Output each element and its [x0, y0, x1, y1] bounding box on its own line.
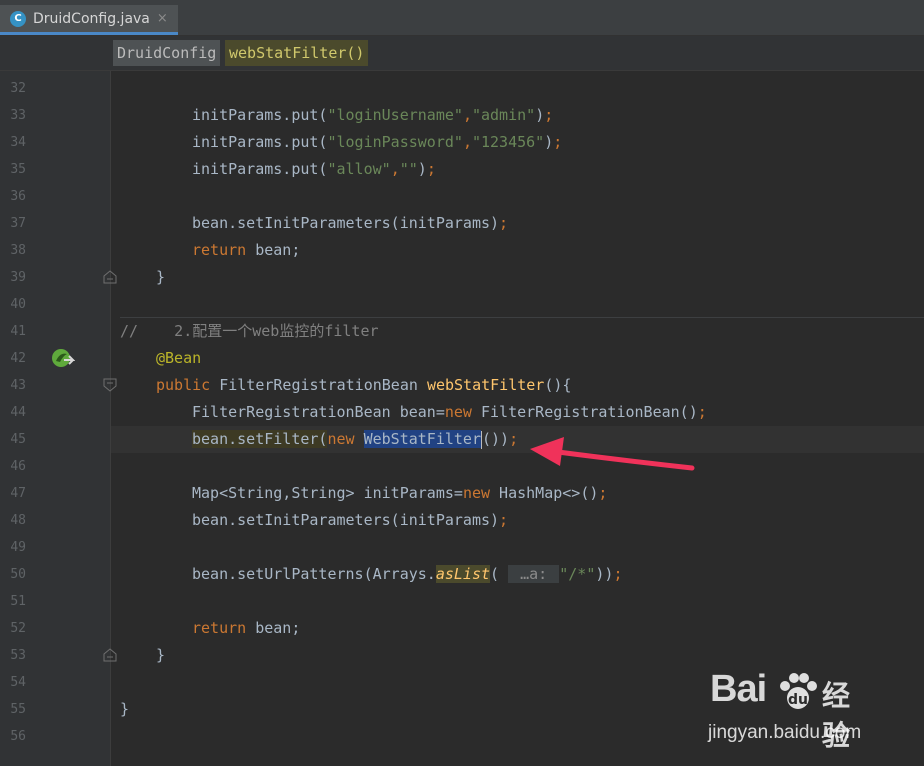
code-text: } — [156, 646, 166, 664]
line-number: 43 — [10, 378, 26, 393]
line-number: 37 — [10, 216, 26, 231]
line-number: 46 — [10, 459, 26, 474]
line-number: 45 — [10, 432, 26, 447]
code-line: 34 initParams.put("loginPassword","12345… — [0, 129, 924, 156]
tab-druidconfig-java[interactable]: C DruidConfig.java × — [0, 5, 178, 35]
baidu-watermark: Bai du 经验 jingyan.baidu.com — [706, 668, 876, 752]
code-line: 32 — [0, 75, 924, 102]
code-text: bean.setUrlPatterns(Arrays.asList( …a: "… — [192, 565, 623, 583]
line-number: 35 — [10, 162, 26, 177]
code-text: public FilterRegistrationBean webStatFil… — [156, 376, 572, 394]
line-number: 50 — [10, 567, 26, 582]
annotation-text: @Bean — [156, 349, 202, 367]
code-line: 38 return bean; — [0, 237, 924, 264]
line-number: 56 — [10, 729, 26, 744]
breadcrumb: DruidConfig webStatFilter() — [0, 36, 924, 71]
code-text: return bean; — [192, 241, 301, 259]
line-number: 47 — [10, 486, 26, 501]
line-number: 40 — [10, 297, 26, 312]
code-line: 43 public FilterRegistrationBean webStat… — [0, 372, 924, 399]
line-number: 52 — [10, 621, 26, 636]
comment-text: // 2.配置一个web监控的filter — [120, 322, 379, 340]
breadcrumb-class[interactable]: DruidConfig — [113, 40, 221, 66]
java-class-icon: C — [10, 10, 26, 27]
line-number: 49 — [10, 540, 26, 555]
line-number: 34 — [10, 135, 26, 150]
line-number: 32 — [10, 81, 26, 96]
code-line: 35 initParams.put("allow",""); — [0, 156, 924, 183]
code-line: 48 bean.setInitParameters(initParams); — [0, 507, 924, 534]
line-number: 48 — [10, 513, 26, 528]
fold-start-icon[interactable] — [103, 378, 117, 392]
code-line: 37 bean.setInitParameters(initParams); — [0, 210, 924, 237]
code-text: Map<String,String> initParams=new HashMa… — [192, 484, 608, 502]
code-text: bean.setFilter(new WebStatFilter()); — [192, 430, 519, 449]
close-icon[interactable]: × — [157, 11, 168, 26]
breadcrumb-method[interactable]: webStatFilter() — [225, 40, 369, 66]
line-number: 38 — [10, 243, 26, 258]
line-number: 53 — [10, 648, 26, 663]
fold-end-icon[interactable] — [103, 648, 117, 662]
code-text: return bean; — [192, 619, 301, 637]
baidu-paw-icon: du — [780, 673, 817, 709]
code-line: 46 — [0, 453, 924, 480]
selected-text: WebStatFilter — [363, 430, 481, 448]
code-line: 47 Map<String,String> initParams=new Has… — [0, 480, 924, 507]
parameter-hint: …a: — [508, 565, 560, 583]
line-number: 55 — [10, 702, 26, 717]
code-line: 40 — [0, 291, 924, 318]
code-line: 53 } — [0, 642, 924, 669]
watermark-url: jingyan.baidu.com — [708, 722, 862, 743]
code-line: 36 — [0, 183, 924, 210]
code-line: 50 bean.setUrlPatterns(Arrays.asList( …a… — [0, 561, 924, 588]
line-number: 54 — [10, 675, 26, 690]
editor-tab-bar: C DruidConfig.java × — [0, 5, 924, 36]
svg-text:du: du — [788, 692, 808, 708]
line-number: 39 — [10, 270, 26, 285]
code-line-current: 45 bean.setFilter(new WebStatFilter()); — [0, 426, 924, 453]
code-line: 41 // 2.配置一个web监控的filter — [0, 317, 924, 345]
code-line: 33 initParams.put("loginUsername","admin… — [0, 102, 924, 129]
code-text: FilterRegistrationBean bean=new FilterRe… — [192, 403, 707, 421]
watermark-brand: Bai — [710, 668, 767, 710]
code-text: initParams.put("loginUsername","admin"); — [192, 106, 554, 124]
code-text: initParams.put("allow",""); — [192, 160, 436, 178]
fold-end-icon[interactable] — [103, 270, 117, 284]
line-number: 44 — [10, 405, 26, 420]
line-number: 33 — [10, 108, 26, 123]
tab-label: DruidConfig.java — [33, 10, 150, 27]
code-line: 44 FilterRegistrationBean bean=new Filte… — [0, 399, 924, 426]
code-text: initParams.put("loginPassword","123456")… — [192, 133, 563, 151]
code-line: 51 — [0, 588, 924, 615]
code-text: bean.setInitParameters(initParams); — [192, 214, 509, 232]
code-editor[interactable]: 32 33 initParams.put("loginUsername","ad… — [0, 75, 924, 750]
spring-bean-gutter-icon[interactable] — [51, 348, 75, 370]
code-text: } — [156, 268, 166, 286]
code-text: bean.setInitParameters(initParams); — [192, 511, 509, 529]
code-line: 52 return bean; — [0, 615, 924, 642]
line-number: 36 — [10, 189, 26, 204]
code-line: 39 } — [0, 264, 924, 291]
line-number: 41 — [10, 324, 26, 339]
code-line: 49 — [0, 534, 924, 561]
code-line: 42 @Bean — [0, 345, 924, 372]
code-text: } — [120, 700, 130, 718]
line-number: 42 — [10, 351, 26, 366]
line-number: 51 — [10, 594, 26, 609]
annotation-arrow — [530, 437, 695, 471]
